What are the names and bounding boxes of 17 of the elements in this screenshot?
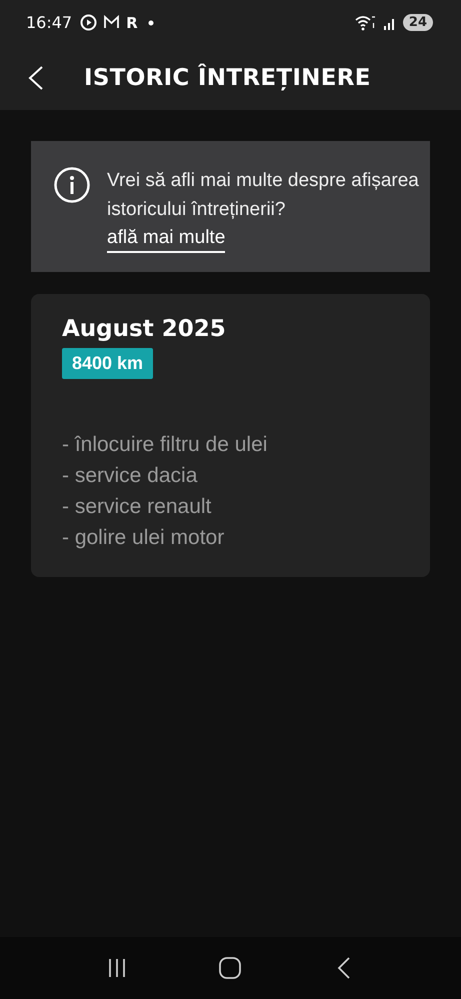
mail-icon bbox=[103, 15, 120, 30]
info-text: Vrei să afli mai multe despre afișarea istoricului întreținerii? bbox=[107, 169, 420, 222]
play-icon bbox=[80, 14, 98, 31]
service-item: - înlocuire filtru de ulei bbox=[62, 432, 268, 458]
service-item: - service renault bbox=[62, 494, 212, 520]
service-item: - service dacia bbox=[62, 463, 198, 489]
learn-more-link[interactable]: află mai multe bbox=[107, 227, 226, 253]
info-icon bbox=[53, 166, 91, 204]
wifi-icon bbox=[354, 14, 377, 30]
home-icon[interactable] bbox=[217, 955, 244, 981]
mileage-tag: 8400 km bbox=[62, 348, 154, 379]
status-time: 16:47 bbox=[26, 13, 72, 32]
entry-date: August 2025 bbox=[62, 316, 227, 342]
page-title: ISTORIC ÎNTREȚINERE bbox=[84, 64, 371, 90]
notification-icon: R bbox=[126, 14, 138, 32]
service-item: - golire ulei motor bbox=[62, 525, 226, 551]
battery-level: 24 bbox=[402, 14, 433, 31]
